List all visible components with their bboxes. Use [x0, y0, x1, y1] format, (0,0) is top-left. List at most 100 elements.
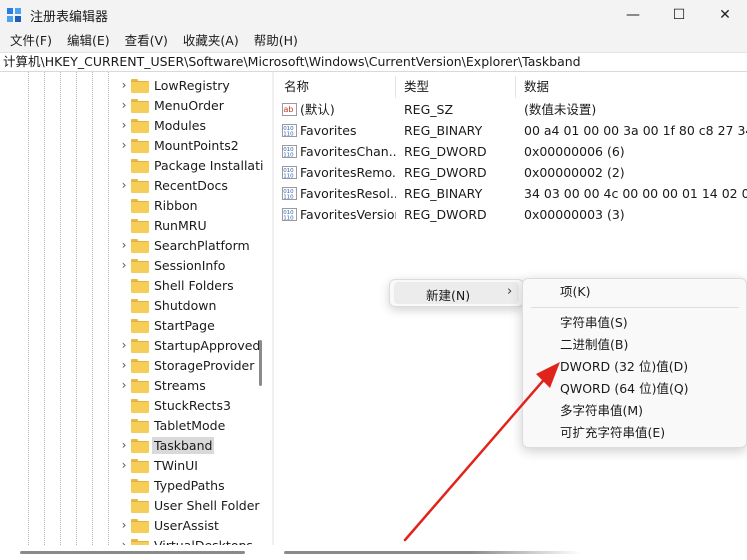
chevron-right-icon[interactable]: ›	[118, 355, 130, 375]
menu-favorites[interactable]: 收藏夹(A)	[177, 31, 245, 51]
tree-item[interactable]: RunMRU	[118, 215, 209, 235]
tree-item[interactable]: › UserAssist	[118, 515, 221, 535]
value-row[interactable]: 010 110 FavoritesVersion REG_DWORD 0x0000000…	[276, 204, 747, 225]
value-name: FavoritesResol...	[300, 186, 396, 201]
tree-item[interactable]: StartPage	[118, 315, 217, 335]
folder-icon	[131, 398, 149, 413]
value-type: REG_DWORD	[404, 207, 487, 222]
menu-help[interactable]: 帮助(H)	[248, 31, 304, 51]
submenu-item-key[interactable]: 项(K)	[560, 282, 590, 302]
tree-item[interactable]: › RecentDocs	[118, 175, 230, 195]
pane-splitter[interactable]	[272, 72, 274, 545]
value-row[interactable]: ab (默认) REG_SZ (数值未设置)	[276, 99, 747, 120]
folder-icon	[131, 438, 149, 453]
folder-icon	[131, 98, 149, 113]
tree-item[interactable]: Shutdown	[118, 295, 218, 315]
address-bar[interactable]: 计算机\HKEY_CURRENT_USER\Software\Microsoft…	[0, 52, 747, 72]
tree-item[interactable]: › Modules	[118, 115, 208, 135]
chevron-right-icon[interactable]: ›	[118, 335, 130, 355]
bottom-fade	[470, 525, 747, 560]
tree-item[interactable]: › StartupApproved	[118, 335, 262, 355]
minimize-button[interactable]: —	[610, 0, 656, 30]
tree-item[interactable]: › SessionInfo	[118, 255, 227, 275]
chevron-right-icon[interactable]: ›	[118, 175, 130, 195]
chevron-right-icon[interactable]: ›	[118, 115, 130, 135]
chevron-right-icon[interactable]: ›	[118, 455, 130, 475]
tree-item[interactable]: › VirtualDesktops	[118, 535, 255, 545]
submenu-item-expandable-string[interactable]: 可扩充字符串值(E)	[560, 423, 665, 443]
value-row[interactable]: 010 110 Favorites REG_BINARY 00 a4 01 00 00 …	[276, 120, 747, 141]
column-type-header[interactable]: 类型	[396, 76, 514, 98]
tree-item-label: Taskband	[152, 436, 215, 454]
folder-icon	[131, 518, 149, 533]
chevron-right-icon[interactable]: ›	[118, 95, 130, 115]
tree-item-label: VirtualDesktops	[154, 537, 253, 546]
tree-item-label: StartupApproved	[154, 337, 261, 353]
tree-item[interactable]: Package Installati	[118, 155, 264, 175]
tree-item-label: Streams	[154, 377, 206, 393]
value-row[interactable]: 010 110 FavoritesChan... REG_DWORD 0x0000000…	[276, 141, 747, 162]
submenu-item-binary[interactable]: 二进制值(B)	[560, 335, 628, 355]
value-type: REG_DWORD	[404, 165, 487, 180]
menu-view[interactable]: 查看(V)	[119, 31, 174, 51]
chevron-right-icon[interactable]: ›	[118, 255, 130, 275]
chevron-right-icon[interactable]: ›	[118, 375, 130, 395]
tree-item-label: StartPage	[154, 317, 215, 333]
tree-item[interactable]: › TWinUI	[118, 455, 200, 475]
tree-item-label: Ribbon	[154, 197, 198, 213]
close-icon: ✕	[719, 7, 731, 23]
tree-item-label: SessionInfo	[154, 257, 226, 273]
tree-guide-line	[44, 72, 45, 545]
svg-text:110: 110	[283, 216, 294, 222]
close-button[interactable]: ✕	[702, 0, 747, 30]
tree-horizontal-scrollbar[interactable]	[20, 551, 245, 554]
tree-item[interactable]: › LowRegistry	[118, 75, 232, 95]
folder-icon	[131, 378, 149, 393]
tree-item[interactable]: Shell Folders	[118, 275, 236, 295]
tree-item[interactable]: › Taskband	[118, 435, 215, 455]
chevron-right-icon[interactable]: ›	[118, 515, 130, 535]
tree-item[interactable]: Ribbon	[118, 195, 200, 215]
chevron-right-icon[interactable]: ›	[118, 135, 130, 155]
maximize-button[interactable]: ☐	[656, 0, 702, 30]
tree-guide-line	[28, 72, 29, 545]
svg-text:110: 110	[283, 132, 294, 138]
tree-item[interactable]: User Shell Folder	[118, 495, 262, 515]
chevron-right-icon[interactable]: ›	[118, 535, 130, 545]
chevron-right-icon[interactable]: ›	[118, 435, 130, 455]
value-data: (数值未设置)	[524, 102, 597, 117]
tree-item[interactable]: › MenuOrder	[118, 95, 226, 115]
submenu-item-dword[interactable]: DWORD (32 位)值(D)	[560, 357, 688, 377]
submenu-item-string[interactable]: 字符串值(S)	[560, 313, 628, 333]
tree-item[interactable]: › Streams	[118, 375, 208, 395]
folder-icon	[131, 218, 149, 233]
value-row[interactable]: 010 110 FavoritesRemo... REG_DWORD 0x0000000…	[276, 162, 747, 183]
tree-guide-line	[108, 72, 109, 545]
tree-item-label: RecentDocs	[154, 177, 228, 193]
tree-item[interactable]: › MountPoints2	[118, 135, 241, 155]
value-row[interactable]: 010 110 FavoritesResol... REG_BINARY 34 03 0…	[276, 183, 747, 204]
tree-item[interactable]: TypedPaths	[118, 475, 227, 495]
tree-item[interactable]: › SearchPlatform	[118, 235, 252, 255]
value-name: FavoritesChan...	[300, 144, 396, 159]
menu-edit[interactable]: 编辑(E)	[61, 31, 116, 51]
submenu-item-multi-string[interactable]: 多字符串值(M)	[560, 401, 643, 421]
chevron-right-icon[interactable]: ›	[118, 235, 130, 255]
column-data-header[interactable]: 数据	[516, 76, 747, 98]
tree-item[interactable]: › StorageProvider	[118, 355, 256, 375]
submenu-item-qword[interactable]: QWORD (64 位)值(Q)	[560, 379, 689, 399]
value-data: 0x00000002 (2)	[524, 165, 625, 180]
menu-file[interactable]: 文件(F)	[4, 31, 58, 51]
tree-item[interactable]: TabletMode	[118, 415, 227, 435]
chevron-right-icon[interactable]: ›	[118, 75, 130, 95]
context-menu-new-label: 新建(N)	[426, 288, 471, 303]
tree-scrollbar[interactable]	[259, 340, 262, 386]
column-name-header[interactable]: 名称	[276, 76, 394, 98]
tree-item[interactable]: StuckRects3	[118, 395, 233, 415]
context-menu-new[interactable]: 新建(N) ›	[394, 282, 519, 304]
value-name: (默认)	[300, 102, 335, 117]
